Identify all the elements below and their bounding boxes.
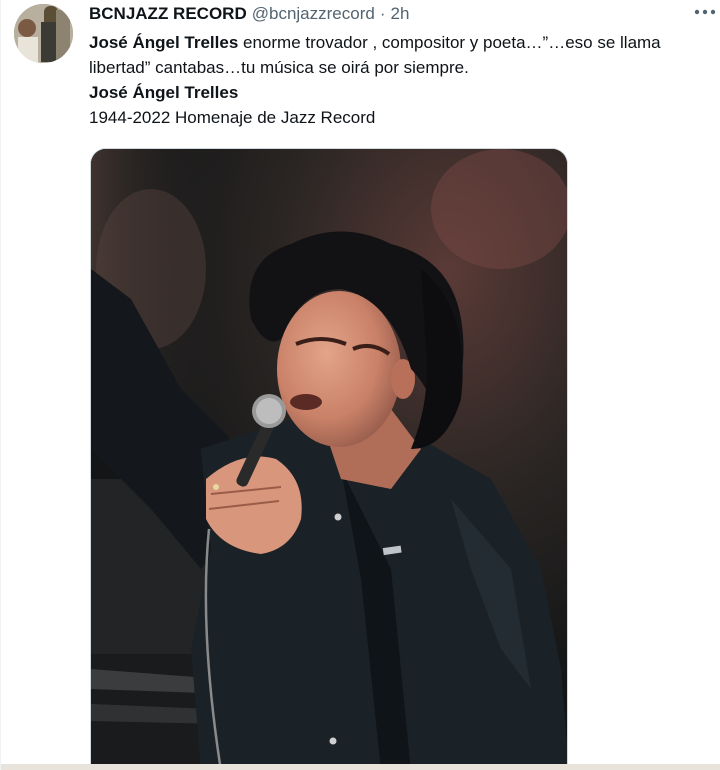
separator-dot: · bbox=[379, 4, 386, 23]
tweet-content: BCNJAZZ RECORD @bcnjazzrecord · 2h José … bbox=[89, 4, 710, 130]
tweet-header: BCNJAZZ RECORD @bcnjazzrecord · 2h bbox=[89, 4, 710, 30]
tweet-text-name-bold: José Ángel Trelles bbox=[89, 33, 239, 52]
tweet-text: José Ángel Trelles enorme trovador , com… bbox=[89, 30, 710, 130]
bottom-divider bbox=[1, 764, 720, 770]
avatar[interactable] bbox=[14, 4, 73, 63]
tweet-text-dates-line: 1944-2022 Homenaje de Jazz Record bbox=[89, 108, 376, 127]
tweet-text-paragraph-1: José Ángel Trelles enorme trovador , com… bbox=[89, 30, 710, 80]
singer-photo bbox=[91, 149, 567, 770]
ellipsis-horizontal-icon bbox=[694, 9, 716, 15]
tweet-card[interactable]: BCNJAZZ RECORD @bcnjazzrecord · 2h José … bbox=[0, 0, 720, 770]
more-options-button[interactable] bbox=[692, 0, 718, 24]
display-name[interactable]: BCNJAZZ RECORD bbox=[89, 4, 247, 24]
avatar-image bbox=[14, 4, 73, 63]
tweet-timestamp[interactable]: 2h bbox=[391, 4, 410, 24]
tweet-text-name-line: José Ángel Trelles bbox=[89, 83, 239, 102]
user-handle[interactable]: @bcnjazzrecord bbox=[252, 4, 375, 24]
tweet-photo[interactable] bbox=[90, 148, 568, 770]
